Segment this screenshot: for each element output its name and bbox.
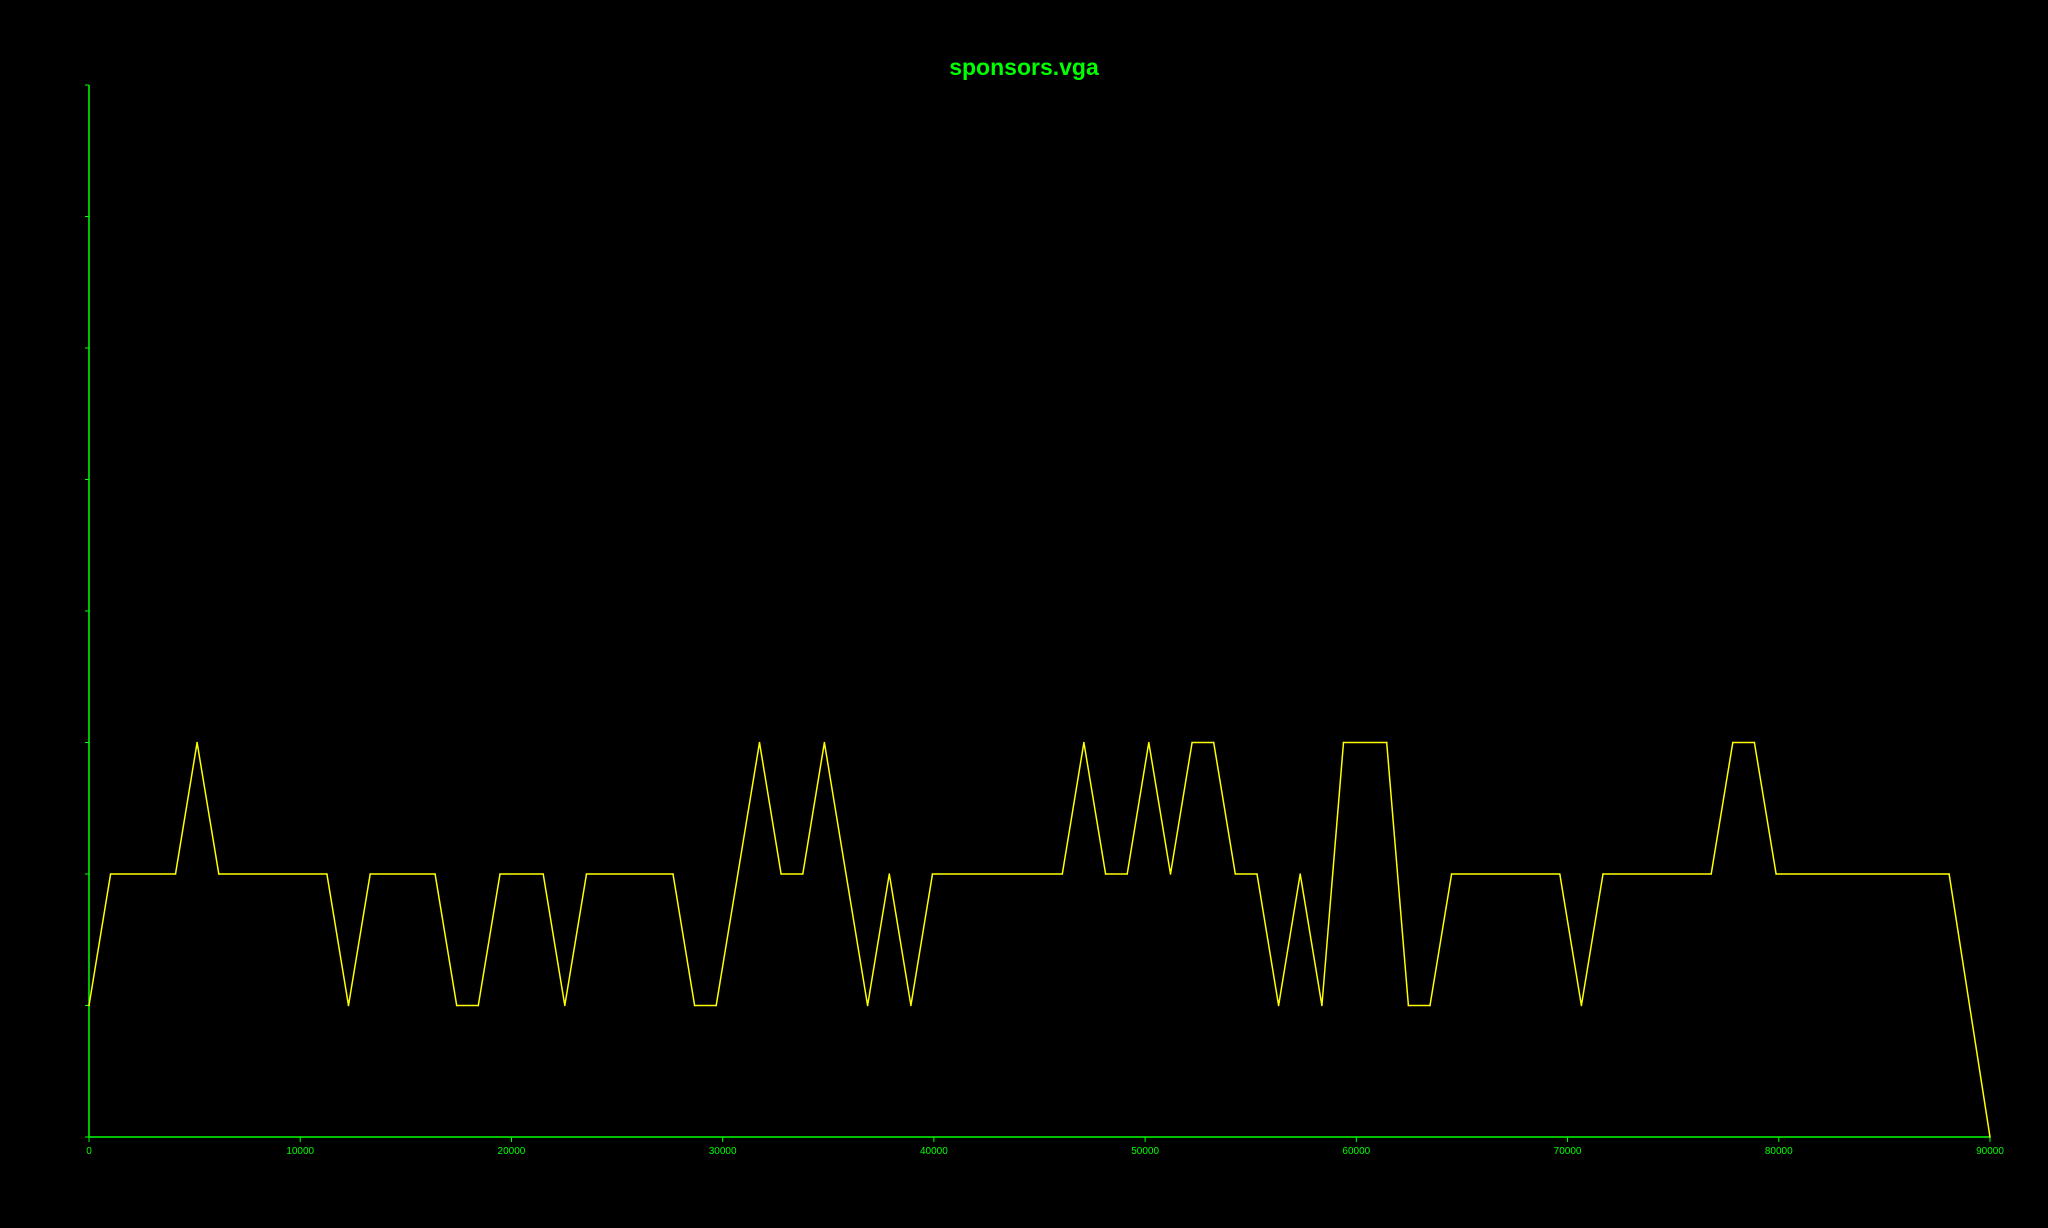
data-point — [1169, 873, 1172, 875]
data-point — [1775, 873, 1777, 875]
data-point — [1148, 741, 1150, 744]
data-point — [1710, 873, 1712, 875]
x-tick-label: 70000 — [1554, 1146, 1582, 1157]
data-point — [564, 1004, 566, 1007]
data-point — [693, 1004, 696, 1007]
data-point — [866, 1004, 869, 1007]
data-point — [802, 873, 804, 875]
x-tick-label: 80000 — [1765, 1146, 1793, 1157]
chart-background — [0, 0, 2048, 1228]
chart-container: sponsors.vga 0 10000 20000 30000 40000 50000 6… — [0, 0, 2048, 1228]
data-point — [1256, 873, 1258, 875]
data-point — [715, 1004, 717, 1007]
data-point — [1580, 1004, 1583, 1007]
data-point — [1234, 873, 1237, 875]
data-point — [1385, 741, 1388, 744]
data-point — [1989, 1136, 1991, 1138]
data-point — [1061, 873, 1064, 875]
x-tick-label: 50000 — [1131, 1146, 1159, 1157]
data-point — [585, 873, 588, 875]
data-point — [174, 873, 177, 875]
data-point — [1732, 741, 1734, 744]
data-point — [477, 1004, 480, 1007]
data-point — [910, 1004, 912, 1007]
data-point — [1602, 873, 1604, 875]
data-point — [1212, 741, 1215, 744]
x-tick-label: 30000 — [709, 1146, 737, 1157]
data-point — [326, 873, 328, 875]
data-point — [347, 1004, 350, 1007]
data-point — [1948, 873, 1950, 875]
x-tick-label: 10000 — [286, 1146, 314, 1157]
data-point — [1559, 873, 1561, 875]
data-point — [888, 873, 891, 875]
data-point — [455, 1004, 458, 1007]
data-point — [1753, 741, 1756, 744]
data-point — [88, 1004, 90, 1007]
x-tick-label: 0 — [86, 1146, 92, 1157]
data-point — [1191, 741, 1193, 744]
data-point — [1407, 1004, 1410, 1007]
data-point — [1321, 1004, 1323, 1007]
data-point — [1083, 741, 1085, 744]
data-point — [218, 873, 220, 875]
data-point — [758, 741, 761, 744]
data-point — [1342, 741, 1345, 744]
data-point — [1429, 1004, 1431, 1007]
chart-title: sponsors.vga — [949, 54, 1099, 80]
data-point — [369, 873, 372, 875]
data-point — [1277, 1004, 1280, 1007]
data-point — [823, 741, 826, 744]
data-point — [434, 873, 436, 875]
data-point — [931, 873, 934, 875]
x-tick-label: 20000 — [498, 1146, 526, 1157]
data-point — [780, 873, 782, 875]
data-point — [1450, 873, 1453, 875]
x-tick-label: 60000 — [1342, 1146, 1370, 1157]
line-chart: sponsors.vga 0 10000 20000 30000 40000 50000 6… — [0, 0, 2048, 1228]
data-point — [1126, 873, 1128, 875]
data-point — [542, 873, 544, 875]
x-tick-label: 90000 — [1976, 1146, 2004, 1157]
x-tick-label: 40000 — [920, 1146, 948, 1157]
data-point — [109, 873, 112, 875]
data-point — [672, 873, 674, 875]
data-point — [499, 873, 501, 875]
data-point — [1104, 873, 1107, 875]
data-point — [1299, 873, 1301, 875]
data-point — [196, 741, 198, 744]
